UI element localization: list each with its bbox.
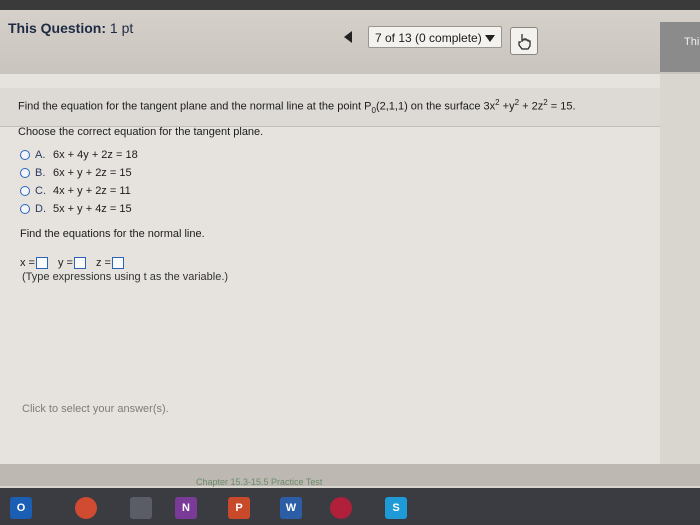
option-a[interactable]: A. 6x + 4y + 2z = 18 xyxy=(20,146,138,164)
outlook-app-icon[interactable]: O xyxy=(10,497,32,519)
option-text: 5x + y + 4z = 15 xyxy=(53,203,132,215)
option-b[interactable]: B. 6x + y + 2z = 15 xyxy=(20,164,138,182)
z-answer-box[interactable] xyxy=(111,257,124,269)
y-label: y = xyxy=(57,257,73,269)
z-label: z = xyxy=(95,257,111,269)
chrome-app-icon[interactable] xyxy=(75,497,97,519)
prompt-z-term: + 2z xyxy=(519,100,544,113)
x-label: x = xyxy=(20,257,35,269)
option-text: 4x + y + 2z = 11 xyxy=(53,185,131,197)
prompt-end: = 15. xyxy=(547,100,576,113)
window-edge xyxy=(0,0,700,10)
question-label: This Question: xyxy=(8,20,106,36)
option-c[interactable]: C. 4x + y + 2z = 11 xyxy=(20,182,138,200)
option-letter: A. xyxy=(35,149,46,161)
option-letter: D. xyxy=(35,203,46,215)
blank-app-icon[interactable] xyxy=(130,497,152,519)
footer-band xyxy=(0,464,700,486)
x-answer-box[interactable] xyxy=(35,257,48,269)
powerpoint-app-icon[interactable]: P xyxy=(228,497,250,519)
prompt-y-term: +y xyxy=(499,100,515,113)
question-progress-select[interactable]: 7 of 13 (0 complete) xyxy=(368,26,502,48)
hand-pointer-icon xyxy=(518,34,531,50)
prompt-text: Find the equation for the tangent plane … xyxy=(18,100,372,113)
tangent-options: A. 6x + 4y + 2z = 18 B. 6x + y + 2z = 15… xyxy=(20,146,138,218)
normal-line-inputs: x = y = z = xyxy=(20,257,134,269)
side-panel-text: Thi xyxy=(684,36,700,48)
y-answer-box[interactable] xyxy=(73,257,86,269)
radio-icon[interactable] xyxy=(20,204,30,214)
footer-link[interactable]: Chapter 15.3-15.5 Practice Test xyxy=(196,477,322,487)
word-app-icon[interactable]: W xyxy=(280,497,302,519)
radio-icon[interactable] xyxy=(20,186,30,196)
option-text: 6x + 4y + 2z = 18 xyxy=(53,149,138,161)
option-d[interactable]: D. 5x + y + 4z = 15 xyxy=(20,200,138,218)
tangent-plane-prompt: Choose the correct equation for the tang… xyxy=(18,126,264,138)
side-panel: Thi xyxy=(660,22,700,72)
click-to-select-hint: Click to select your answer(s). xyxy=(22,403,169,415)
normal-line-prompt: Find the equations for the normal line. xyxy=(20,228,205,240)
question-points: This Question: 1 pt xyxy=(8,20,133,36)
radio-icon[interactable] xyxy=(20,150,30,160)
pearson-app-icon[interactable] xyxy=(330,497,352,519)
option-text: 6x + y + 2z = 15 xyxy=(53,167,132,179)
skype-app-icon[interactable]: S xyxy=(385,497,407,519)
points-value: 1 pt xyxy=(109,20,134,36)
previous-question-arrow-icon[interactable] xyxy=(344,31,352,43)
option-letter: B. xyxy=(35,167,46,179)
pointer-hand-button[interactable] xyxy=(510,27,538,55)
option-letter: C. xyxy=(35,185,46,197)
radio-icon[interactable] xyxy=(20,168,30,178)
top-toolbar: This Question: 1 pt 7 of 13 (0 complete)… xyxy=(0,0,700,74)
question-prompt: Find the equation for the tangent plane … xyxy=(18,98,576,115)
prompt-point: (2,1,1) on the surface 3x xyxy=(375,100,496,113)
progress-select-value: 7 of 13 (0 complete) xyxy=(375,31,482,45)
onenote-app-icon[interactable]: N xyxy=(175,497,197,519)
answer-hint: (Type expressions using t as the variabl… xyxy=(22,271,229,283)
chevron-down-icon xyxy=(485,35,495,42)
